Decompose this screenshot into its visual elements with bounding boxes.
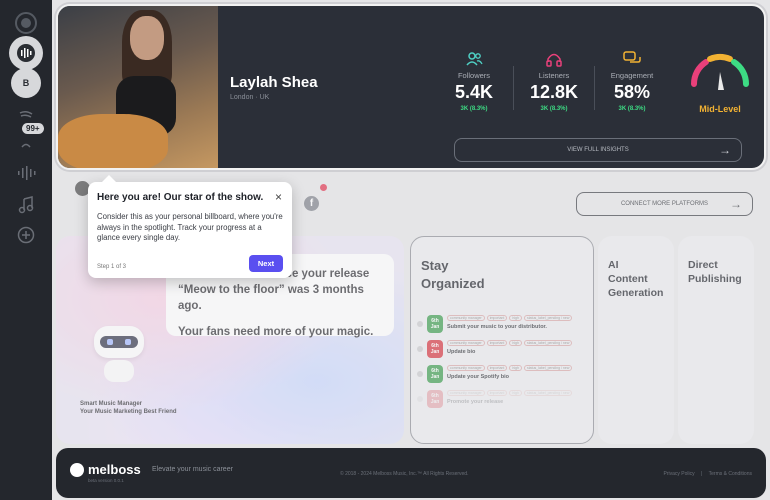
waveform-icon[interactable] [9, 36, 43, 70]
privacy-link[interactable]: Privacy Policy [664, 471, 695, 477]
headphones-icon [546, 53, 562, 67]
stat-change: 3K (8.3%) [618, 106, 646, 112]
stat-value: 58% [613, 82, 651, 102]
melboss-logo[interactable]: melboss [70, 462, 141, 477]
artist-photo [58, 6, 218, 168]
logo-mark-icon [70, 462, 84, 477]
users-icon [466, 52, 483, 66]
artist-name: Laylah Shea [230, 74, 318, 91]
version-label: beta version 0.0.1 [88, 478, 124, 483]
copyright: © 2018 - 2024 Melboss Music, Inc.™ All R… [340, 471, 469, 477]
level-label: Mid-Level [699, 104, 741, 114]
sidebar: B 99+ [0, 0, 52, 500]
sidebar-item-b[interactable]: B [11, 68, 41, 98]
stat-label: Engagement [610, 71, 654, 80]
stat-engagement: Engagement 58% 3K (8.3%) [594, 50, 670, 112]
footer-links: Privacy Policy | Terms & Conditions [663, 471, 753, 477]
tooltip-body: Consider this as your personal billboard… [97, 212, 283, 242]
close-icon[interactable]: × [275, 190, 282, 204]
view-full-insights-button[interactable]: VIEW FULL INSIGHTS → [454, 138, 742, 162]
stat-followers: Followers 5.4K 3K (8.3%) [436, 50, 512, 112]
terms-link[interactable]: Terms & Conditions [709, 471, 752, 477]
step-indicator: Step 1 of 3 [97, 264, 127, 270]
stat-value: 5.4K [454, 82, 494, 102]
next-button[interactable]: Next [249, 255, 283, 272]
music-note-icon[interactable] [9, 188, 43, 222]
stat-change: 3K (8.3%) [460, 106, 488, 112]
arrow-right-icon: → [719, 143, 731, 157]
tooltip-title: Here you are! Our star of the show. [97, 192, 264, 203]
home-icon[interactable] [9, 6, 43, 40]
equalizer-icon[interactable] [9, 156, 43, 190]
divider [513, 66, 514, 110]
onboarding-tooltip: Here you are! Our star of the show. × Co… [88, 175, 292, 278]
button-label: VIEW FULL INSIGHTS [567, 147, 629, 153]
footer: melboss beta version 0.0.1 Elevate your … [56, 448, 766, 498]
stat-label: Followers [457, 71, 491, 80]
sidebar-item-label: B [22, 78, 30, 88]
stat-listeners: Listeners 12.8K 3K (8.3%) [516, 50, 592, 112]
add-icon[interactable] [9, 218, 43, 252]
artist-location: London · UK [230, 94, 270, 101]
stat-value: 12.8K [529, 82, 579, 102]
artist-billboard-card: Laylah Shea London · UK Followers 5.4K 3… [56, 4, 766, 170]
stat-change: 3K (8.3%) [540, 106, 568, 112]
stat-label: Listeners [538, 71, 570, 80]
chat-icon [623, 51, 641, 63]
tagline: Elevate your music career [152, 466, 233, 473]
